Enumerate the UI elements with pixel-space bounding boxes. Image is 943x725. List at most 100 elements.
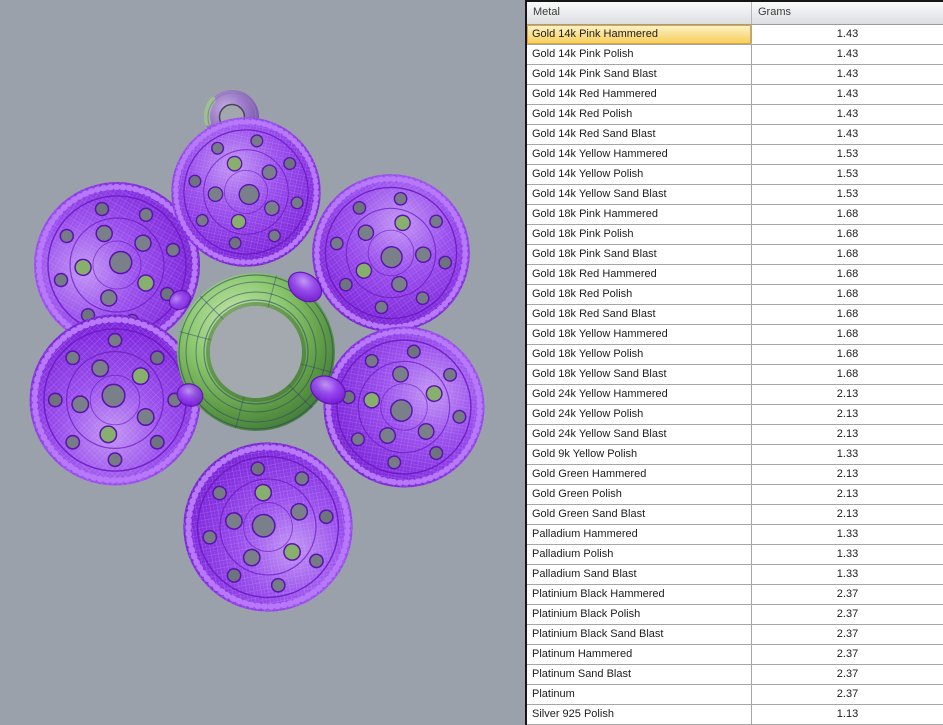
column-header-metal[interactable]: Metal — [527, 2, 752, 24]
table-row[interactable]: Gold Green Sand Blast 2.13 — [527, 505, 943, 525]
metal-cell[interactable]: Gold 18k Pink Sand Blast — [527, 245, 752, 264]
table-row[interactable]: Gold 14k Red Hammered 1.43 — [527, 85, 943, 105]
metal-cell[interactable]: Gold 14k Red Hammered — [527, 85, 752, 104]
table-header: Metal Grams — [527, 2, 943, 25]
table-row[interactable]: Gold 14k Pink Hammered 1.43 — [527, 25, 943, 45]
metal-cell[interactable]: Platinium Black Sand Blast — [527, 625, 752, 644]
grams-cell: 2.13 — [752, 505, 943, 524]
table-row[interactable]: Gold 18k Pink Polish 1.68 — [527, 225, 943, 245]
grams-cell: 1.43 — [752, 105, 943, 124]
table-row[interactable]: Platinum Sand Blast 2.37 — [527, 665, 943, 685]
metal-cell[interactable]: Gold 24k Yellow Hammered — [527, 385, 752, 404]
table-row[interactable]: Gold 24k Yellow Sand Blast 2.13 — [527, 425, 943, 445]
table-row[interactable]: Gold 14k Yellow Hammered 1.53 — [527, 145, 943, 165]
grams-cell: 1.33 — [752, 445, 943, 464]
grams-cell: 1.43 — [752, 85, 943, 104]
table-row[interactable]: Palladium Polish 1.33 — [527, 545, 943, 565]
metal-cell[interactable]: Platinium Black Hammered — [527, 585, 752, 604]
grams-cell: 1.68 — [752, 265, 943, 284]
table-row[interactable]: Gold 18k Yellow Polish 1.68 — [527, 345, 943, 365]
table-row[interactable]: Gold 18k Red Hammered 1.68 — [527, 265, 943, 285]
table-row[interactable]: Gold 9k Yellow Polish 1.33 — [527, 445, 943, 465]
grams-cell: 1.33 — [752, 565, 943, 584]
metal-cell[interactable]: Gold 18k Red Sand Blast — [527, 305, 752, 324]
grams-cell: 1.68 — [752, 345, 943, 364]
metal-cell[interactable]: Gold 18k Red Hammered — [527, 265, 752, 284]
metal-cell[interactable]: Gold 18k Yellow Polish — [527, 345, 752, 364]
metal-cell[interactable]: Gold Green Hammered — [527, 465, 752, 484]
table-row[interactable]: Palladium Hammered 1.33 — [527, 525, 943, 545]
metal-cell[interactable]: Gold 18k Pink Hammered — [527, 205, 752, 224]
metal-cell[interactable]: Platinum Hammered — [527, 645, 752, 664]
table-row[interactable]: Gold 14k Yellow Polish 1.53 — [527, 165, 943, 185]
metal-cell[interactable]: Gold 18k Yellow Sand Blast — [527, 365, 752, 384]
table-row[interactable]: Silver 925 Polish 1.13 — [527, 705, 943, 725]
grams-cell: 2.37 — [752, 645, 943, 664]
metal-cell[interactable]: Gold 24k Yellow Polish — [527, 405, 752, 424]
metal-cell[interactable]: Gold 14k Red Sand Blast — [527, 125, 752, 144]
table-row[interactable]: Gold 18k Red Polish 1.68 — [527, 285, 943, 305]
grams-cell: 2.13 — [752, 425, 943, 444]
table-row[interactable]: Platinum 2.37 — [527, 685, 943, 705]
table-row[interactable]: Gold Green Polish 2.13 — [527, 485, 943, 505]
grams-cell: 1.43 — [752, 125, 943, 144]
grams-cell: 2.13 — [752, 405, 943, 424]
table-row[interactable]: Gold 14k Red Polish 1.43 — [527, 105, 943, 125]
metal-cell[interactable]: Gold 24k Yellow Sand Blast — [527, 425, 752, 444]
metal-cell[interactable]: Gold 9k Yellow Polish — [527, 445, 752, 464]
grams-cell: 1.43 — [752, 65, 943, 84]
table-row[interactable]: Gold 14k Pink Sand Blast 1.43 — [527, 65, 943, 85]
table-row[interactable]: Gold 18k Yellow Hammered 1.68 — [527, 325, 943, 345]
grams-cell: 1.68 — [752, 325, 943, 344]
table-row[interactable]: Palladium Sand Blast 1.33 — [527, 565, 943, 585]
table-row[interactable]: Platinum Hammered 2.37 — [527, 645, 943, 665]
metal-cell[interactable]: Palladium Sand Blast — [527, 565, 752, 584]
grams-cell: 1.33 — [752, 525, 943, 544]
table-row[interactable]: Gold 18k Yellow Sand Blast 1.68 — [527, 365, 943, 385]
table-body: Gold 14k Pink Hammered 1.43 Gold 14k Pin… — [527, 25, 943, 725]
column-header-grams[interactable]: Grams — [752, 2, 943, 24]
grams-cell: 1.53 — [752, 165, 943, 184]
metal-cell[interactable]: Gold 14k Pink Hammered — [527, 25, 752, 44]
metal-cell[interactable]: Gold 14k Pink Sand Blast — [527, 65, 752, 84]
table-row[interactable]: Gold 14k Pink Polish 1.43 — [527, 45, 943, 65]
table-row[interactable]: Gold 24k Yellow Hammered 2.13 — [527, 385, 943, 405]
metal-cell[interactable]: Silver 925 Polish — [527, 705, 752, 724]
table-row[interactable]: Gold 18k Red Sand Blast 1.68 — [527, 305, 943, 325]
table-row[interactable]: Gold 18k Pink Sand Blast 1.68 — [527, 245, 943, 265]
metal-cell[interactable]: Gold Green Polish — [527, 485, 752, 504]
grams-cell: 1.68 — [752, 285, 943, 304]
metal-cell[interactable]: Gold 18k Pink Polish — [527, 225, 752, 244]
metal-cell[interactable]: Palladium Hammered — [527, 525, 752, 544]
table-row[interactable]: Gold 14k Yellow Sand Blast 1.53 — [527, 185, 943, 205]
metal-cell[interactable]: Platinum Sand Blast — [527, 665, 752, 684]
grams-cell: 1.33 — [752, 545, 943, 564]
metal-cell[interactable]: Platinum — [527, 685, 752, 704]
grams-cell: 1.68 — [752, 365, 943, 384]
grams-cell: 2.37 — [752, 585, 943, 604]
table-row[interactable]: Gold Green Hammered 2.13 — [527, 465, 943, 485]
grams-cell: 1.68 — [752, 205, 943, 224]
metal-cell[interactable]: Gold Green Sand Blast — [527, 505, 752, 524]
metal-cell[interactable]: Gold 14k Red Polish — [527, 105, 752, 124]
metal-cell[interactable]: Palladium Polish — [527, 545, 752, 564]
table-row[interactable]: Gold 18k Pink Hammered 1.68 — [527, 205, 943, 225]
table-row[interactable]: Platinium Black Polish 2.37 — [527, 605, 943, 625]
metal-cell[interactable]: Platinium Black Polish — [527, 605, 752, 624]
pendant-3d-render — [0, 0, 525, 725]
metal-cell[interactable]: Gold 14k Yellow Hammered — [527, 145, 752, 164]
3d-viewport[interactable] — [0, 0, 525, 725]
table-row[interactable]: Platinium Black Sand Blast 2.37 — [527, 625, 943, 645]
app-window: Metal Grams Gold 14k Pink Hammered 1.43 … — [0, 0, 943, 725]
metal-cell[interactable]: Gold 14k Yellow Sand Blast — [527, 185, 752, 204]
grams-cell: 1.68 — [752, 305, 943, 324]
metal-cell[interactable]: Gold 14k Yellow Polish — [527, 165, 752, 184]
table-row[interactable]: Gold 14k Red Sand Blast 1.43 — [527, 125, 943, 145]
grams-cell: 2.37 — [752, 665, 943, 684]
table-row[interactable]: Gold 24k Yellow Polish 2.13 — [527, 405, 943, 425]
table-row[interactable]: Platinium Black Hammered 2.37 — [527, 585, 943, 605]
metals-table: Metal Grams Gold 14k Pink Hammered 1.43 … — [525, 0, 943, 725]
metal-cell[interactable]: Gold 18k Yellow Hammered — [527, 325, 752, 344]
metal-cell[interactable]: Gold 14k Pink Polish — [527, 45, 752, 64]
metal-cell[interactable]: Gold 18k Red Polish — [527, 285, 752, 304]
